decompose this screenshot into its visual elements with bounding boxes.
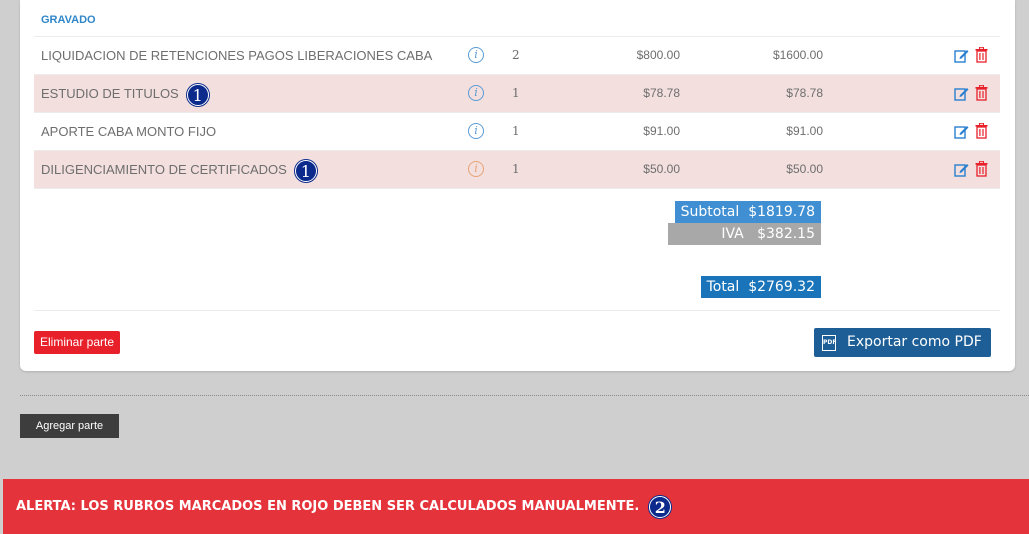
trash-icon[interactable] <box>975 161 988 177</box>
row-total: $1600.00 <box>772 48 823 62</box>
row-quantity: 1 <box>512 124 520 138</box>
info-icon[interactable]: i <box>468 123 484 139</box>
subtotal-value: $1819.78 <box>748 204 815 220</box>
subtotal-label: Subtotal <box>680 204 740 220</box>
edit-icon[interactable] <box>954 86 969 101</box>
row-quantity: 1 <box>512 162 520 176</box>
section-title: GRAVADO <box>41 14 96 26</box>
row-unit-price: $50.00 <box>643 162 680 176</box>
marker-badge: 1 <box>294 159 317 182</box>
total-value: $2769.32 <box>748 279 815 295</box>
row-description: ESTUDIO DE TITULOS 1 <box>41 75 209 112</box>
table-row: LIQUIDACION DE RETENCIONES PAGOS LIBERAC… <box>34 36 1000 74</box>
part-card: GRAVADO LIQUIDACION DE RETENCIONES PAGOS… <box>20 0 1015 371</box>
edit-icon[interactable] <box>954 162 969 177</box>
row-description: LIQUIDACION DE RETENCIONES PAGOS LIBERAC… <box>41 48 433 63</box>
alert-banner: ALERTA: LOS RUBROS MARCADOS EN ROJO DEBE… <box>3 479 1029 534</box>
dotted-separator <box>20 395 1029 396</box>
subtotal-box: Subtotal $1819.78 <box>674 201 821 223</box>
delete-part-button[interactable]: Eliminar parte <box>34 331 121 354</box>
alert-badge: 2 <box>649 495 672 518</box>
edit-icon[interactable] <box>954 124 969 139</box>
marker-badge: 1 <box>186 83 209 106</box>
row-unit-price: $91.00 <box>643 124 680 138</box>
row-total: $91.00 <box>786 124 823 138</box>
info-icon[interactable]: i <box>468 47 484 63</box>
info-icon[interactable]: i <box>468 161 484 177</box>
iva-box: IVA $382.15 <box>668 223 821 245</box>
row-total: $78.78 <box>786 86 823 100</box>
iva-value: $382.15 <box>757 226 815 242</box>
trash-icon[interactable] <box>975 85 988 101</box>
row-description: DILIGENCIAMIENTO DE CERTIFICADOS 1 <box>41 151 317 188</box>
export-pdf-button[interactable]: PDF Exportar como PDF <box>814 328 991 357</box>
trash-icon[interactable] <box>975 123 988 139</box>
table-row: APORTE CABA MONTO FIJO i 1 $91.00 $91.00 <box>34 112 1000 150</box>
info-icon[interactable]: i <box>468 85 484 101</box>
trash-icon[interactable] <box>975 47 988 63</box>
total-label: Total <box>706 279 740 295</box>
iva-label: IVA <box>721 226 744 242</box>
row-total: $50.00 <box>786 162 823 176</box>
table-bottom-divider <box>34 188 1000 189</box>
row-unit-price: $800.00 <box>636 48 680 62</box>
pdf-icon: PDF <box>822 335 836 351</box>
edit-icon[interactable] <box>954 48 969 63</box>
table-row: DILIGENCIAMIENTO DE CERTIFICADOS 1 i 1 $5… <box>34 150 1000 188</box>
table-row: ESTUDIO DE TITULOS 1 i 1 $78.78 $78.78 <box>34 74 1000 112</box>
alert-text: ALERTA: LOS RUBROS MARCADOS EN ROJO DEBE… <box>16 499 640 514</box>
row-quantity: 2 <box>512 48 520 62</box>
row-quantity: 1 <box>512 86 520 100</box>
row-unit-price: $78.78 <box>643 86 680 100</box>
total-box: Total $2769.32 <box>700 276 821 298</box>
add-part-button[interactable]: Agregar parte <box>20 414 119 438</box>
row-description: APORTE CABA MONTO FIJO <box>41 124 217 139</box>
export-pdf-label: Exportar como PDF <box>847 334 982 350</box>
footer-divider <box>34 310 1000 311</box>
